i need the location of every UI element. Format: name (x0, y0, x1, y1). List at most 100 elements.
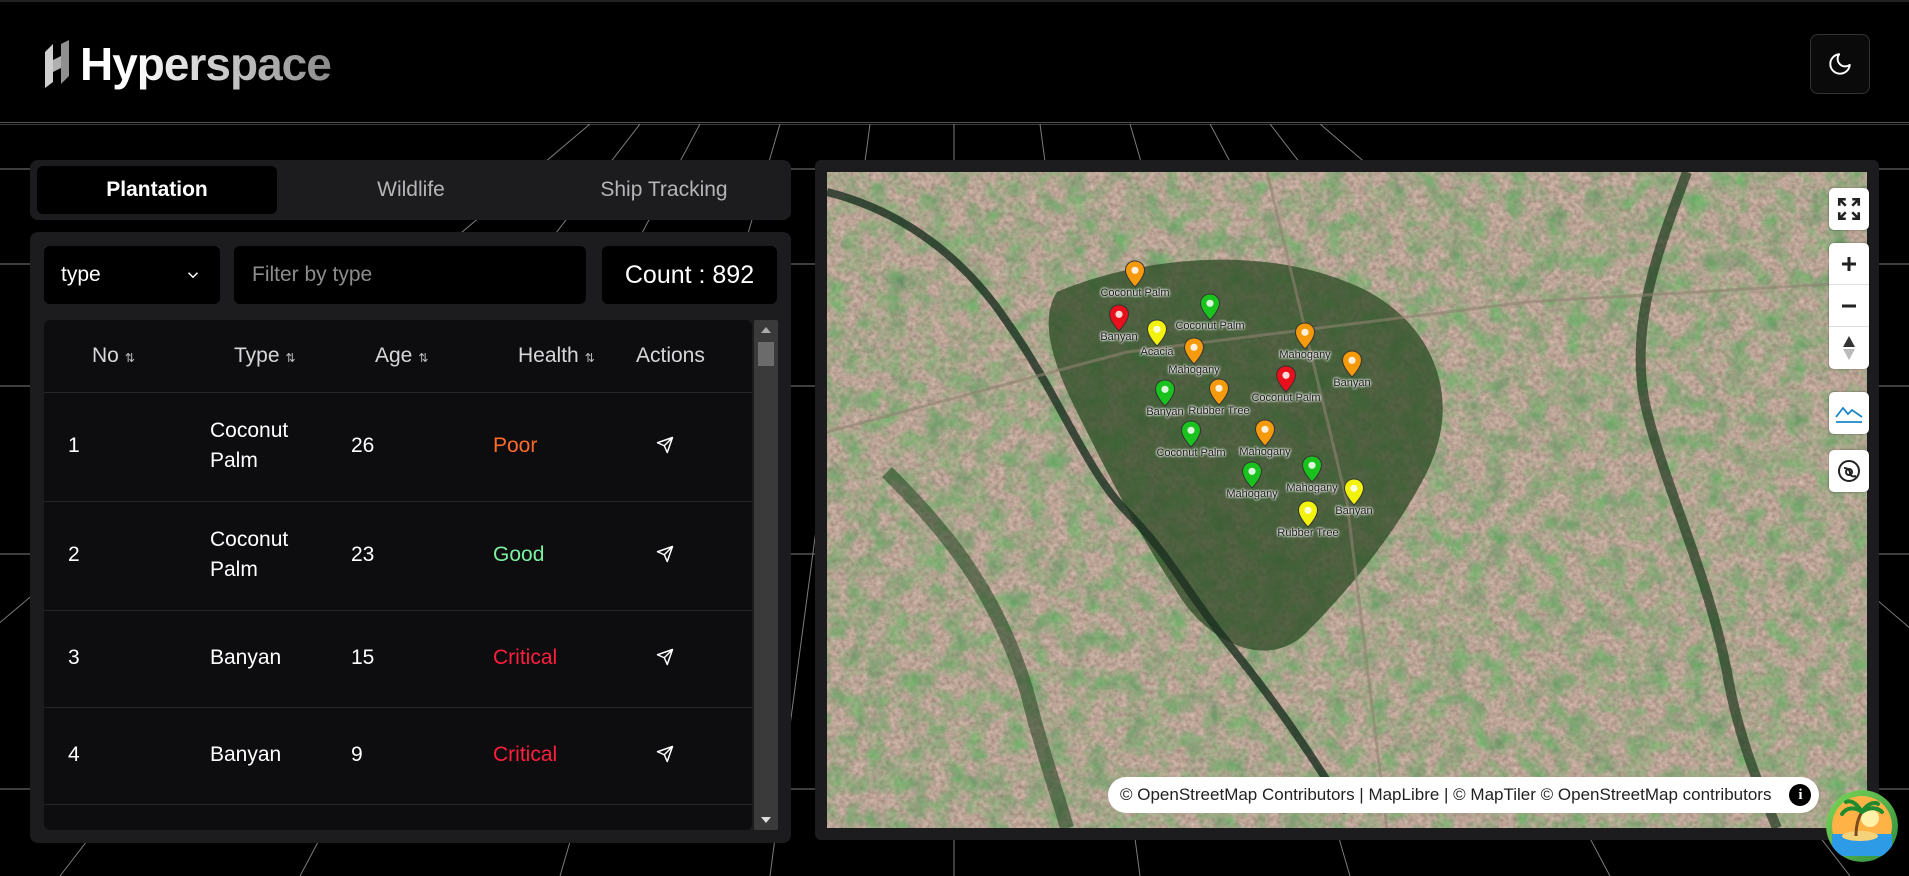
map-marker[interactable]: Rubber Tree (1188, 378, 1250, 417)
data-table: No ⇅ Type ⇅ Age ⇅ Health ⇅ Actions 1 Coconut… (44, 320, 752, 830)
locate-button[interactable] (656, 745, 674, 768)
navigation-control (1829, 243, 1869, 369)
map-marker[interactable]: Coconut Palm (1175, 293, 1245, 332)
map-marker-label: Rubber Tree (1277, 527, 1339, 539)
table-scrollbar[interactable] (754, 320, 778, 830)
filter-input[interactable] (234, 246, 586, 304)
locate-button[interactable] (656, 648, 674, 671)
map-marker[interactable]: Coconut Palm (1251, 365, 1321, 404)
cell-age: 9 (351, 743, 363, 766)
map-marker[interactable]: Rubber Tree (1277, 500, 1339, 539)
map-marker-label: Acacia (1140, 346, 1174, 358)
brand-logo[interactable]: Hyperspace (42, 38, 332, 90)
map-marker[interactable]: Banyan (1333, 350, 1371, 389)
tab-bar: Plantation Wildlife Ship Tracking (30, 160, 791, 220)
table-row[interactable]: 4 Banyan 9 Critical (44, 707, 752, 805)
map-marker[interactable]: Mahogany (1239, 419, 1291, 458)
map-attribution[interactable]: © OpenStreetMap Contributors | MapLibre … (1108, 777, 1820, 813)
map-marker-label: Coconut Palm (1251, 392, 1321, 404)
scrollbar-thumb[interactable] (758, 342, 774, 366)
map-pin-icon (1146, 319, 1168, 347)
cell-type: Coconut Palm (210, 419, 289, 472)
tab-plantation[interactable]: Plantation (37, 166, 277, 214)
fullscreen-button[interactable] (1829, 188, 1869, 230)
map-marker[interactable]: Mahogany (1168, 337, 1220, 376)
app-header: Hyperspace (0, 0, 1909, 123)
globe-button[interactable] (1829, 450, 1869, 492)
map-marker[interactable]: Banyan (1335, 478, 1373, 517)
sort-icon: ⇅ (285, 351, 296, 365)
column-label: Health (518, 344, 579, 367)
cell-age: 23 (351, 543, 375, 566)
column-label: Age (375, 344, 413, 367)
map-marker[interactable]: Coconut Palm (1100, 260, 1170, 299)
map-marker[interactable]: Banyan (1100, 304, 1138, 343)
globe-control[interactable] (1829, 450, 1869, 492)
map-marker[interactable]: Coconut Palm (1156, 420, 1226, 459)
moon-icon (1829, 53, 1851, 75)
filter-field-value: type (61, 263, 101, 286)
column-label: Type (234, 344, 280, 367)
zoom-out-button[interactable] (1829, 285, 1869, 327)
column-header-age[interactable]: Age ⇅ (375, 344, 428, 368)
info-icon[interactable]: i (1789, 784, 1812, 806)
send-icon (656, 745, 674, 763)
brand-name: Hyperspace (80, 38, 332, 90)
map-marker-label: Banyan (1100, 331, 1138, 343)
zoom-in-icon (1842, 256, 1856, 271)
cell-age: 15 (351, 646, 375, 669)
tropical-island-icon (1826, 790, 1898, 862)
map-marker[interactable]: Mahogany (1286, 455, 1338, 494)
tab-wildlife[interactable]: Wildlife (291, 166, 531, 214)
map-marker[interactable]: Mahogany (1226, 461, 1278, 500)
cell-no: 1 (68, 434, 80, 457)
cell-type: Banyan (210, 743, 282, 766)
column-label: Actions (636, 344, 705, 367)
table-row[interactable]: 1 Coconut Palm 26 Poor (44, 392, 752, 502)
map-marker[interactable]: Acacia (1140, 319, 1174, 358)
fullscreen-control[interactable] (1829, 188, 1869, 230)
globe-icon (1838, 460, 1860, 482)
filter-field-select[interactable]: type (44, 246, 220, 304)
cell-no: 3 (68, 646, 80, 669)
zoom-in-button[interactable] (1829, 243, 1869, 285)
table-row[interactable]: 2 Coconut Palm 23 Good (44, 501, 752, 611)
cell-age: 26 (351, 434, 375, 457)
column-header-no[interactable]: No ⇅ (92, 344, 135, 368)
avatar[interactable] (1826, 790, 1898, 862)
terrain-icon (1835, 406, 1863, 423)
send-icon (656, 545, 674, 563)
map-marker-label: Coconut Palm (1156, 447, 1226, 459)
column-header-type[interactable]: Type ⇅ (234, 344, 296, 368)
satellite-map[interactable]: Coconut Palm Coconut Palm Banyan Acacia Maho… (827, 172, 1867, 828)
tab-ship-tracking[interactable]: Ship Tracking (544, 166, 784, 214)
sort-icon: ⇅ (418, 351, 429, 365)
map-pin-icon (1301, 455, 1323, 483)
column-header-actions: Actions (636, 344, 705, 368)
map-marker-label: Coconut Palm (1175, 320, 1245, 332)
data-panel: type Count : 892 No ⇅ Type ⇅ Age ⇅ Health ⇅ … (30, 232, 791, 843)
map-marker-label: Banyan (1146, 406, 1184, 418)
cell-health: Poor (493, 434, 538, 457)
map-pin-icon (1343, 478, 1365, 506)
locate-button[interactable] (656, 436, 674, 459)
map-pin-icon (1208, 378, 1230, 406)
terrain-button[interactable] (1829, 392, 1869, 434)
terrain-control[interactable] (1829, 392, 1869, 434)
chevron-down-icon (187, 272, 199, 279)
map-pin-icon (1154, 379, 1176, 407)
scroll-down-icon[interactable] (760, 816, 772, 824)
attribution-text: © OpenStreetMap Contributors | MapLibre … (1120, 785, 1772, 804)
reset-bearing-button[interactable] (1829, 327, 1869, 369)
locate-button[interactable] (656, 545, 674, 568)
scroll-up-icon[interactable] (760, 326, 772, 334)
theme-toggle-button[interactable] (1810, 34, 1870, 94)
map-pin-icon (1294, 322, 1316, 350)
cell-health: Critical (493, 743, 558, 766)
map-marker[interactable]: Banyan (1146, 379, 1184, 418)
column-header-health[interactable]: Health ⇅ (518, 344, 595, 368)
table-row[interactable]: 3 Banyan 15 Critical (44, 610, 752, 708)
map-marker[interactable]: Mahogany (1279, 322, 1331, 361)
map-pin-icon (1108, 304, 1130, 332)
cell-no: 4 (68, 743, 80, 766)
